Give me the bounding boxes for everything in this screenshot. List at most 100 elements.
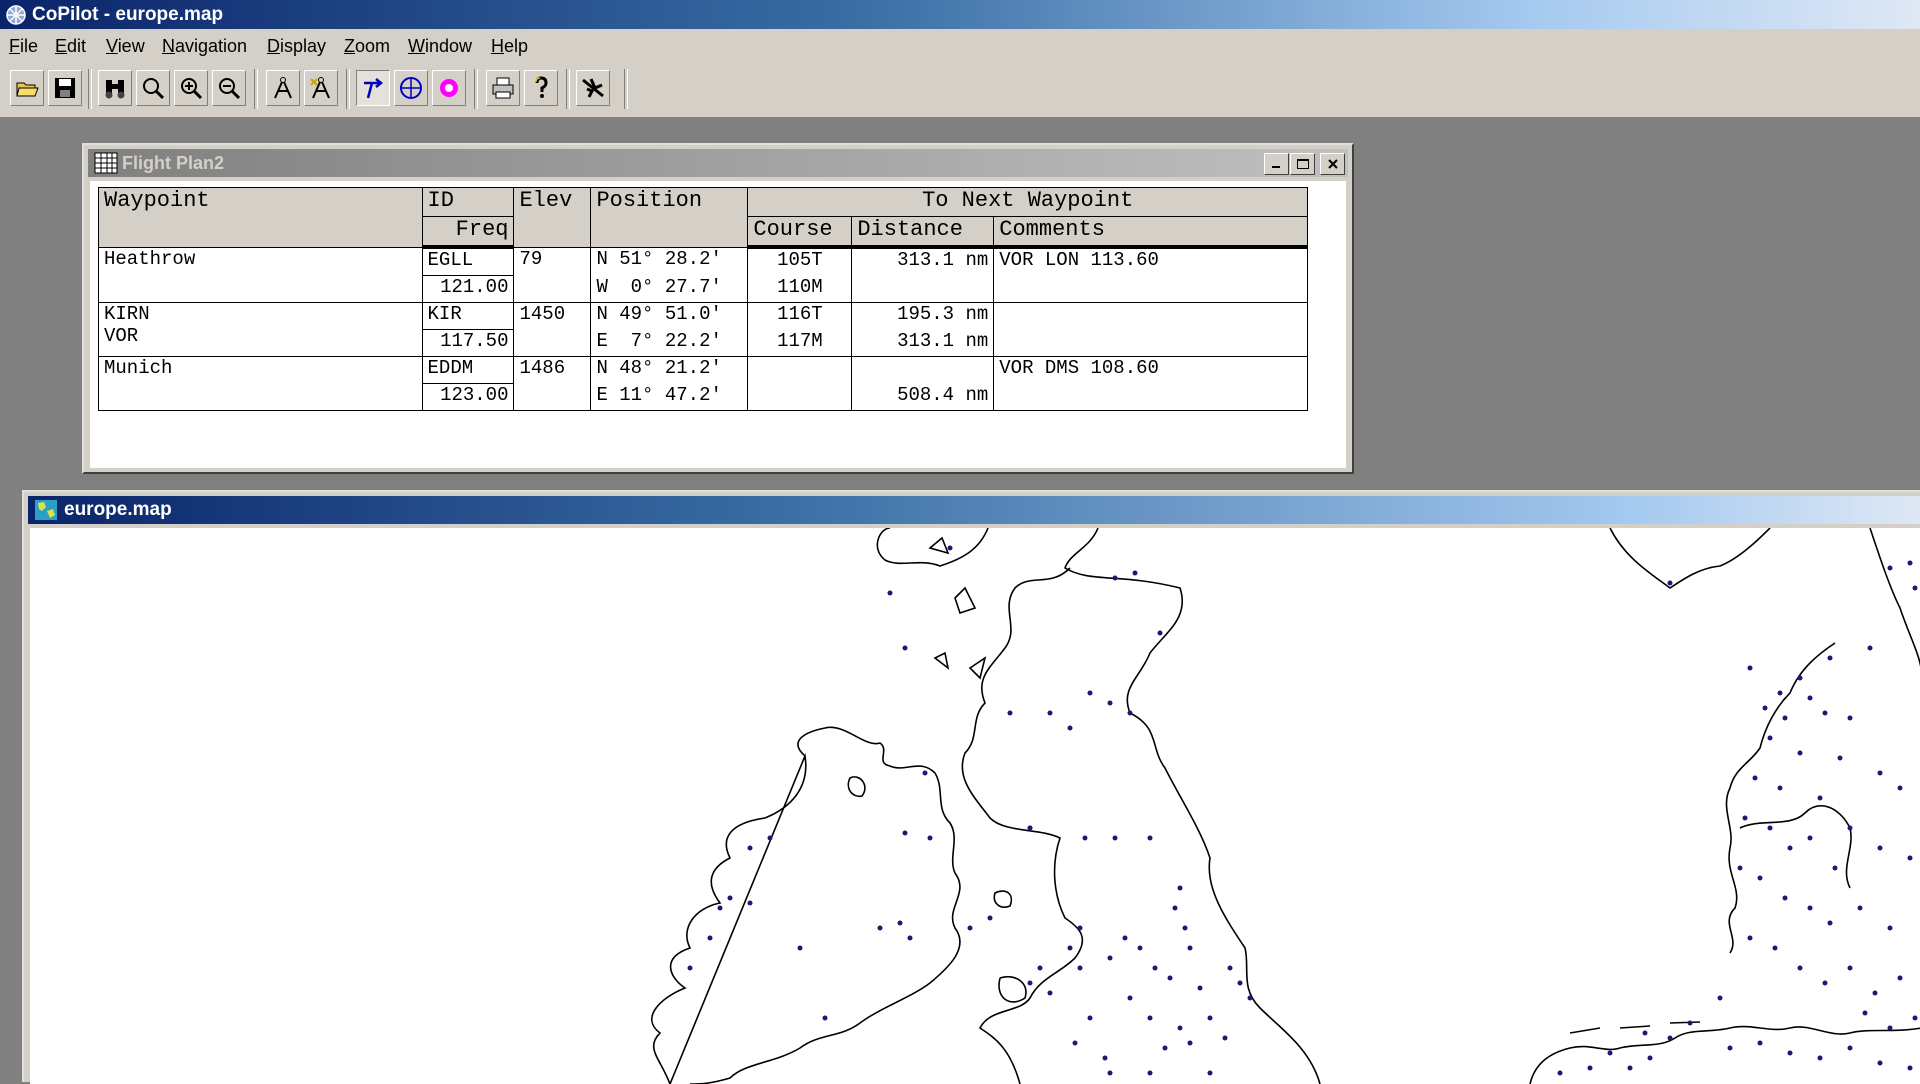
- map-canvas[interactable]: [30, 528, 1920, 1084]
- minimize-button[interactable]: [1264, 153, 1289, 175]
- header-elev[interactable]: Elev: [513, 187, 592, 248]
- cell-course-mag[interactable]: 110M: [747, 275, 853, 303]
- save-button[interactable]: [48, 70, 82, 106]
- compass-button[interactable]: [394, 70, 428, 106]
- find-button[interactable]: [98, 70, 132, 106]
- airplane-button[interactable]: [576, 70, 610, 106]
- cell-distance[interactable]: 195.3 nm: [851, 302, 995, 330]
- header-waypoint[interactable]: Waypoint: [98, 187, 423, 248]
- zoom-out-icon: [219, 78, 241, 100]
- header-to-next-waypoint[interactable]: To Next Waypoint: [747, 187, 1308, 217]
- cell-comment[interactable]: VOR LON 113.60: [993, 246, 1308, 303]
- cell-course-true[interactable]: 116T: [747, 302, 853, 330]
- cell-comment[interactable]: [993, 302, 1308, 357]
- menu-edit[interactable]: Edit: [55, 36, 86, 57]
- route-button[interactable]: [356, 70, 390, 106]
- cell-freq[interactable]: 123.00: [421, 383, 515, 411]
- airplane-icon: [582, 78, 604, 98]
- menu-window[interactable]: Window: [408, 36, 472, 57]
- minimize-icon: [1271, 166, 1280, 168]
- maximize-button[interactable]: [1290, 153, 1315, 175]
- menu-display[interactable]: Display: [267, 36, 326, 57]
- cell-freq[interactable]: 121.00: [421, 275, 515, 303]
- target-circle-icon: [440, 79, 458, 97]
- ireland-coastline: [651, 726, 961, 1084]
- cell-lon[interactable]: E 7° 22.2': [590, 329, 749, 357]
- scandinavia-coastline: [1609, 528, 1771, 589]
- route-arrow-icon: [364, 78, 384, 99]
- cell-course-mag[interactable]: [747, 383, 853, 411]
- toolbar: [0, 65, 1920, 118]
- app-titlebar[interactable]: CoPilot - europe.map: [0, 0, 1920, 29]
- cell-waypoint[interactable]: Munich: [98, 356, 423, 411]
- compass-plus-icon: [310, 77, 330, 99]
- zoom-out-button[interactable]: [212, 70, 246, 106]
- close-icon: [1327, 159, 1338, 169]
- app-title: CoPilot - europe.map: [32, 4, 224, 25]
- scotland-west-coastline: [961, 567, 1084, 1084]
- grid-table-icon: [94, 152, 118, 174]
- cell-distance-total[interactable]: 313.1 nm: [851, 329, 995, 357]
- cell-distance-total[interactable]: [851, 275, 995, 303]
- cell-lat[interactable]: N 51° 28.2': [590, 246, 749, 276]
- menu-view[interactable]: View: [106, 36, 145, 57]
- menu-zoom[interactable]: Zoom: [344, 36, 390, 57]
- table-row[interactable]: Heathrow EGLL 79 N 51° 28.2' 105T 313.1 …: [98, 246, 1308, 303]
- cell-lon[interactable]: E 11° 47.2': [590, 383, 749, 411]
- magnifier-icon: [143, 78, 165, 100]
- menu-navigation[interactable]: Navigation: [162, 36, 247, 57]
- header-id[interactable]: ID: [421, 187, 515, 217]
- zoom-in-button[interactable]: [174, 70, 208, 106]
- cell-lat[interactable]: N 48° 21.2': [590, 356, 749, 384]
- header-comments[interactable]: Comments: [993, 216, 1308, 249]
- cell-id[interactable]: EGLL: [421, 246, 515, 276]
- dutch-islands-outline: [1569, 1021, 1701, 1034]
- header-course[interactable]: Course: [747, 216, 853, 249]
- table-row[interactable]: Munich EDDM 1486 N 48° 21.2' VOR DMS 108…: [98, 356, 1308, 411]
- header-freq[interactable]: Freq: [421, 216, 515, 249]
- cell-distance-total[interactable]: 508.4 nm: [851, 383, 995, 411]
- zoom-in-icon: [181, 78, 203, 100]
- isle-of-man-outline: [993, 890, 1013, 908]
- cell-course-mag[interactable]: 117M: [747, 329, 853, 357]
- cell-id[interactable]: EDDM: [421, 356, 515, 384]
- cell-waypoint[interactable]: KIRN VOR: [98, 302, 423, 357]
- cell-waypoint[interactable]: Heathrow: [98, 246, 423, 303]
- menu-file[interactable]: File: [9, 36, 38, 57]
- cell-elev[interactable]: 1486: [513, 356, 592, 411]
- open-button[interactable]: [10, 70, 44, 106]
- print-button[interactable]: [486, 70, 520, 106]
- cell-elev[interactable]: 1450: [513, 302, 592, 357]
- wales-coastline: [998, 976, 1027, 1003]
- measure-plus-button[interactable]: [304, 70, 338, 106]
- lough-neagh-outline: [847, 776, 866, 798]
- flight-plan-titlebar[interactable]: Flight Plan2: [88, 149, 1348, 177]
- cell-distance[interactable]: 313.1 nm: [851, 246, 995, 276]
- close-button[interactable]: [1320, 153, 1345, 175]
- menu-help[interactable]: Help: [491, 36, 528, 57]
- cell-lon[interactable]: W 0° 27.7': [590, 275, 749, 303]
- europe-map[interactable]: [30, 528, 1920, 1084]
- continent-coastline: [1529, 1025, 1920, 1084]
- cell-comment[interactable]: VOR DMS 108.60: [993, 356, 1308, 411]
- cell-distance[interactable]: [851, 356, 995, 384]
- cell-elev[interactable]: 79: [513, 246, 592, 303]
- cell-lat[interactable]: N 49° 51.0': [590, 302, 749, 330]
- help-button[interactable]: [524, 70, 558, 106]
- table-row[interactable]: KIRN VOR KIR 1450 N 49° 51.0' 116T 195.3…: [98, 302, 1308, 357]
- header-distance[interactable]: Distance: [851, 216, 995, 249]
- measure-button[interactable]: [266, 70, 300, 106]
- cell-id[interactable]: KIR: [421, 302, 515, 330]
- save-disk-icon: [55, 78, 75, 98]
- cell-course-true[interactable]: [747, 356, 853, 384]
- sweden-coastline: [1869, 528, 1920, 668]
- search-button[interactable]: [136, 70, 170, 106]
- map-titlebar[interactable]: europe.map: [28, 496, 1920, 524]
- cell-course-true[interactable]: 105T: [747, 246, 853, 276]
- map-window[interactable]: europe.map: [22, 490, 1920, 1084]
- header-position[interactable]: Position: [590, 187, 749, 248]
- maximize-icon: [1296, 159, 1309, 169]
- cell-freq[interactable]: 117.50: [421, 329, 515, 357]
- target-button[interactable]: [432, 70, 466, 106]
- flight-plan-window[interactable]: Flight Plan2 Waypoint ID Elev Position T…: [82, 143, 1354, 474]
